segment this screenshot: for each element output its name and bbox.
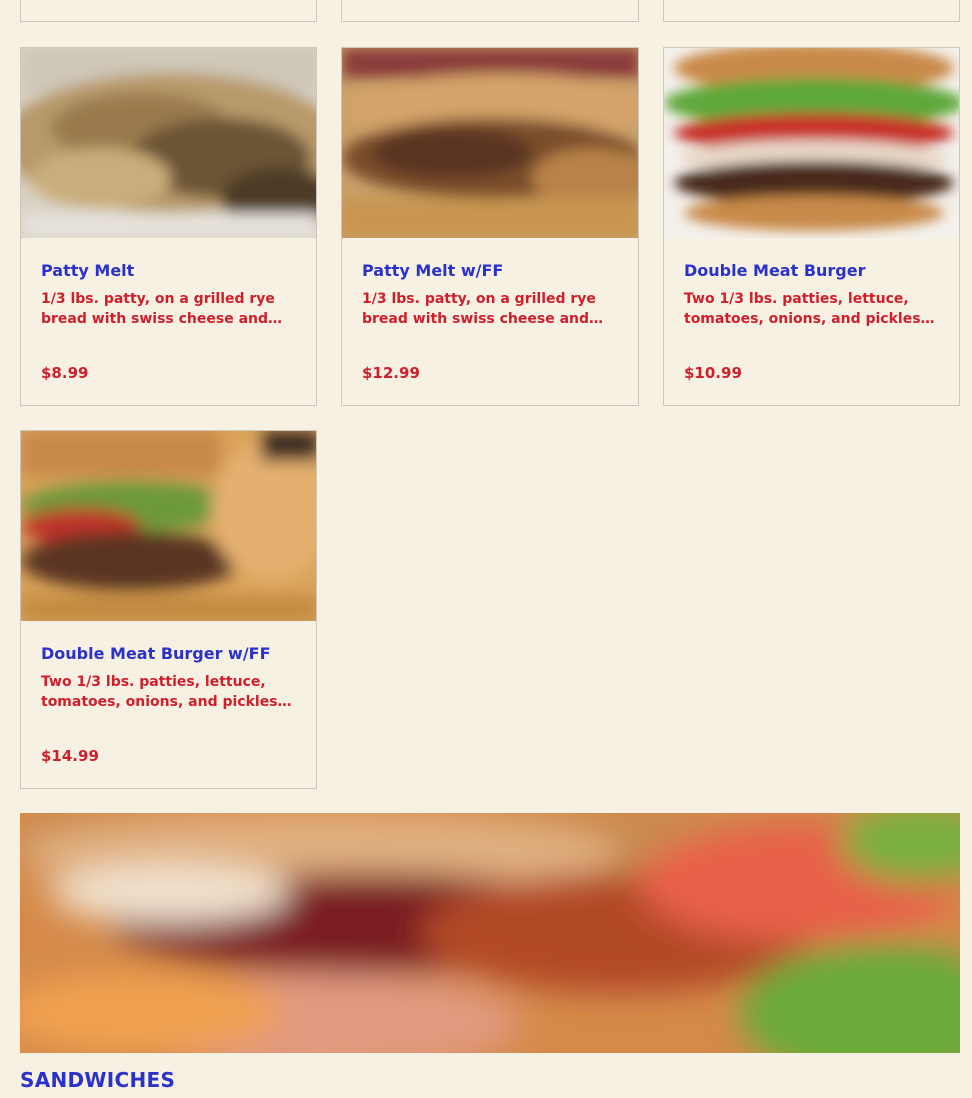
item-description: 1/3 lbs. patty, on a grilled rye bread w… — [362, 291, 596, 327]
menu-card-double-meat-burger[interactable]: Double Meat Burger Two 1/3 lbs. patties,… — [663, 47, 960, 406]
menu-card-patty-melt[interactable]: Patty Melt 1/3 lbs. patty, on a grilled … — [20, 47, 317, 406]
section-title-sandwiches: SANDWICHES — [20, 1068, 176, 1092]
menu-card-partial[interactable] — [341, 0, 639, 22]
item-description: Two 1/3 lbs. patties, lettuce, tomatoes,… — [41, 674, 278, 710]
item-description: Two 1/3 lbs. patties, lettuce, tomatoes,… — [684, 291, 921, 327]
item-name: Double Meat Burger — [684, 261, 866, 280]
double-meat-burger-fries-photo — [21, 431, 316, 621]
menu-card-patty-melt-ff[interactable]: Patty Melt w/FF 1/3 lbs. patty, on a gri… — [341, 47, 639, 406]
double-meat-burger-photo — [664, 48, 959, 238]
sandwich-banner-photo — [20, 813, 960, 1053]
item-description: 1/3 lbs. patty, on a grilled rye bread w… — [41, 291, 275, 327]
patty-melt-fries-photo — [342, 48, 638, 238]
item-price: $14.99 — [41, 747, 99, 765]
menu-card-partial[interactable] — [663, 0, 960, 22]
menu-card-partial[interactable] — [20, 0, 317, 22]
item-price: $8.99 — [41, 364, 89, 382]
item-price: $12.99 — [362, 364, 420, 382]
item-name: Patty Melt — [41, 261, 135, 280]
item-name: Patty Melt w/FF — [362, 261, 504, 280]
menu-card-double-meat-burger-ff[interactable]: Double Meat Burger w/FF Two 1/3 lbs. pat… — [20, 430, 317, 789]
item-name: Double Meat Burger w/FF — [41, 644, 271, 663]
item-price: $10.99 — [684, 364, 742, 382]
patty-melt-photo — [21, 48, 316, 238]
